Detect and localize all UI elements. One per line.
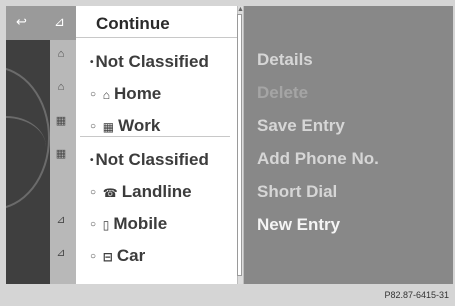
menu-item-new-entry[interactable]: New Entry	[257, 209, 340, 241]
list-item-home[interactable]: ○ ⌂ Home	[76, 78, 254, 110]
list-header-continue[interactable]: Continue	[76, 10, 240, 38]
list-item-label: Not Classified	[95, 150, 209, 169]
work-icon: ▦	[102, 119, 115, 134]
phone-number-list: Continue • Not Classified ○ ⌂ Home ○ ▦ Work…	[76, 6, 240, 284]
back-icon[interactable]: ↩	[16, 14, 27, 30]
bullet-icon: •	[90, 56, 94, 68]
radio-icon: ○	[90, 120, 97, 132]
radio-icon: ○	[90, 218, 97, 230]
radio-icon: ○	[90, 250, 97, 262]
list-item-not-classified[interactable]: • Not Classified	[76, 144, 254, 176]
top-icon-bar: ↩ ⊿	[6, 6, 76, 40]
mobile-icon: ▯	[102, 217, 110, 232]
menu-item-add-phone-no[interactable]: Add Phone No.	[257, 143, 379, 175]
map-background: ↩ ⊿ ⌂ ⌂ ▦ ▦ ⊿ ⊿	[6, 6, 76, 284]
menu-item-save-entry[interactable]: Save Entry	[257, 110, 345, 142]
scrollbar-thumb[interactable]	[237, 14, 242, 276]
figure-caption: P82.87-6415-31	[384, 290, 449, 300]
strip-contacts-icon: ⊿	[56, 214, 66, 226]
home-icon: ⌂	[102, 87, 111, 102]
list-item-label: Car	[116, 246, 146, 265]
list-item-not-classified[interactable]: • Not Classified	[76, 46, 254, 78]
strip-work-icon: ▦	[55, 115, 67, 127]
list-item-label: Landline	[121, 182, 192, 201]
landline-icon: ☎	[102, 185, 118, 200]
options-menu: Details Delete Save Entry Add Phone No. …	[244, 6, 453, 284]
strip-work-icon: ▦	[55, 148, 67, 160]
group-divider	[80, 136, 230, 137]
list-item-landline[interactable]: ○ ☎ Landline	[76, 176, 254, 208]
list-item-label: Home	[114, 84, 162, 103]
head-unit-screen: ↩ ⊿ ⌂ ⌂ ▦ ▦ ⊿ ⊿ Continue • Not Classified…	[6, 6, 453, 284]
list-item-work[interactable]: ○ ▦ Work	[76, 110, 254, 142]
list-item-label: Work	[118, 116, 161, 135]
strip-contacts-icon: ⊿	[56, 247, 66, 259]
scroll-up-icon: ▲	[237, 6, 244, 13]
list-item-mobile[interactable]: ○ ▯ Mobile	[76, 208, 254, 240]
strip-home-icon: ⌂	[57, 81, 65, 93]
list-item-car[interactable]: ○ ⊟ Car	[76, 240, 254, 272]
entry-type-icon-column: ⌂ ⌂ ▦ ▦ ⊿ ⊿	[50, 40, 76, 284]
contacts-icon[interactable]: ⊿	[54, 14, 65, 30]
menu-item-delete[interactable]: Delete	[257, 77, 308, 109]
strip-home-icon: ⌂	[57, 48, 65, 60]
bullet-icon: •	[90, 154, 94, 166]
menu-item-short-dial[interactable]: Short Dial	[257, 176, 337, 208]
radio-icon: ○	[90, 186, 97, 198]
list-item-label: Mobile	[113, 214, 168, 233]
list-item-label: Not Classified	[95, 52, 209, 71]
car-icon: ⊟	[102, 249, 113, 264]
radio-icon: ○	[90, 88, 97, 100]
menu-item-details[interactable]: Details	[257, 44, 313, 76]
